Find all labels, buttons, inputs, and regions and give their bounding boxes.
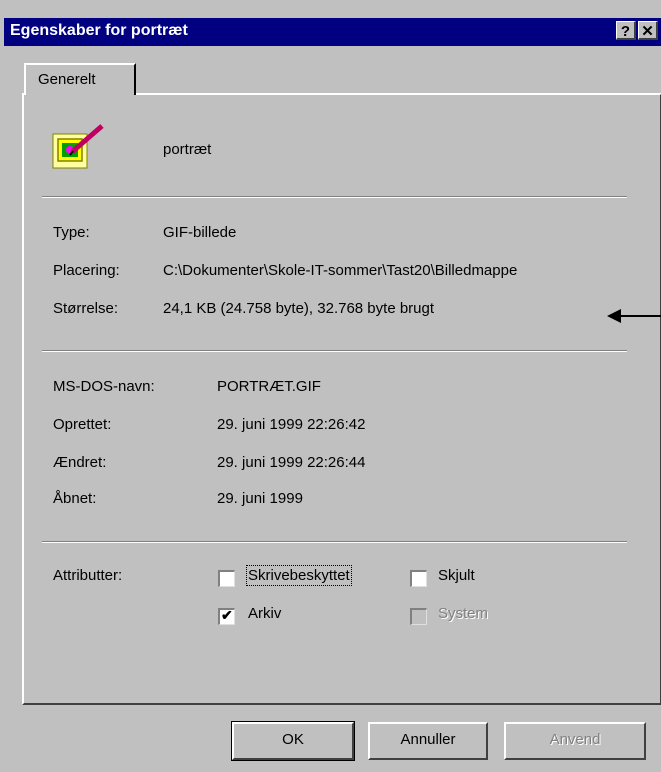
tab-general[interactable]: Generelt bbox=[24, 63, 136, 95]
size-value: 24,1 KB (24.758 byte), 32.768 byte brugt bbox=[163, 300, 435, 317]
accessed-label: Åbnet: bbox=[53, 490, 97, 507]
accessed-value: 29. juni 1999 bbox=[217, 490, 303, 507]
title-bar[interactable]: Egenskaber for portræt ? ✕ bbox=[4, 18, 661, 46]
hidden-checkbox-label[interactable]: Skjult bbox=[438, 567, 475, 584]
system-checkbox-label: System bbox=[438, 605, 489, 622]
msdos-name-label: MS-DOS-navn: bbox=[53, 378, 155, 395]
cancel-button-label: Annuller bbox=[400, 731, 456, 748]
tab-general-label: Generelt bbox=[38, 71, 96, 88]
cancel-button[interactable]: Annuller bbox=[368, 722, 488, 760]
attributes-label: Attributter: bbox=[53, 567, 123, 584]
close-icon: ✕ bbox=[641, 23, 654, 40]
archive-checkbox[interactable]: ✔ bbox=[218, 607, 235, 625]
location-value: C:\Dokumenter\Skole-IT-sommer\Tast20\Bil… bbox=[163, 262, 518, 279]
type-value: GIF-billede bbox=[163, 224, 237, 241]
location-label: Placering: bbox=[53, 262, 120, 279]
separator bbox=[42, 196, 627, 198]
checkmark-icon: ✔ bbox=[221, 607, 233, 623]
modified-label: Ændret: bbox=[53, 454, 107, 471]
help-button[interactable]: ? bbox=[616, 21, 636, 40]
gif-image-icon bbox=[52, 124, 104, 169]
system-checkbox bbox=[410, 608, 427, 625]
file-name: portræt bbox=[163, 141, 212, 158]
pointer-arrow-icon bbox=[607, 309, 661, 323]
window-title: Egenskaber for portræt bbox=[10, 22, 188, 39]
properties-dialog: Egenskaber for portræt ? ✕ Generelt port… bbox=[0, 0, 661, 772]
hidden-checkbox[interactable] bbox=[410, 570, 427, 587]
apply-button-label: Anvend bbox=[549, 731, 601, 748]
help-icon: ? bbox=[620, 23, 631, 40]
created-value: 29. juni 1999 22:26:42 bbox=[217, 416, 366, 433]
type-label: Type: bbox=[53, 224, 90, 241]
separator bbox=[42, 541, 627, 543]
readonly-checkbox-label[interactable]: Skrivebeskyttet bbox=[246, 565, 352, 586]
created-label: Oprettet: bbox=[53, 416, 112, 433]
msdos-name-value: PORTRÆT.GIF bbox=[217, 378, 321, 395]
archive-checkbox-label[interactable]: Arkiv bbox=[248, 605, 281, 622]
close-button[interactable]: ✕ bbox=[638, 21, 658, 40]
readonly-checkbox[interactable] bbox=[218, 570, 235, 587]
size-label: Størrelse: bbox=[53, 300, 119, 317]
separator bbox=[42, 350, 627, 352]
ok-button[interactable]: OK bbox=[231, 721, 355, 761]
tab-panel-general bbox=[22, 93, 661, 705]
apply-button: Anvend bbox=[504, 722, 646, 760]
ok-button-label: OK bbox=[282, 731, 304, 748]
modified-value: 29. juni 1999 22:26:44 bbox=[217, 454, 366, 471]
